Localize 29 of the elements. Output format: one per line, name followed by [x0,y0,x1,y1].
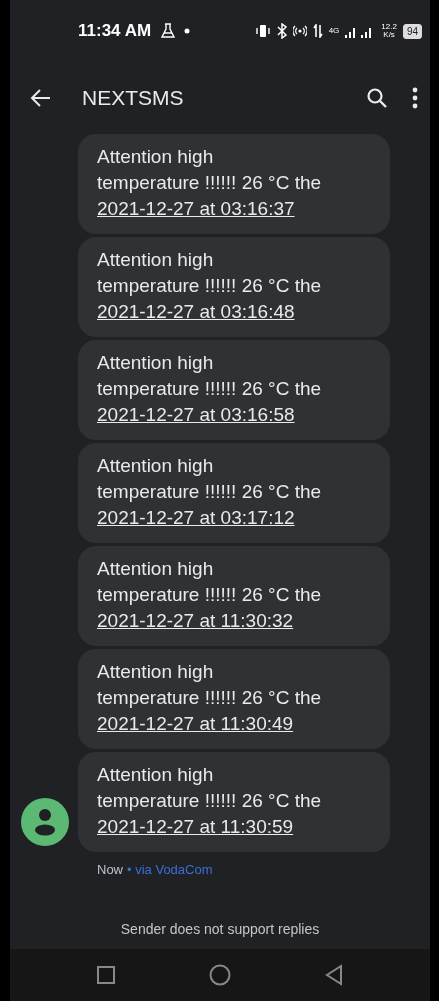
flask-icon [161,23,176,39]
speed-value: 12.2 [381,23,397,31]
battery-level: 94 [402,23,422,39]
carrier-label: • via VodaCom [127,862,213,877]
hotspot-icon [292,25,307,37]
vibrate-icon [254,24,271,38]
date-link[interactable]: 2021-12-27 at 03:16:58 [97,404,295,425]
message-text: Attention high temperature !!!!!! 26 °C the 2021-12-27 at 11:30:59 [97,763,323,839]
date-link[interactable]: 2021-12-27 at 03:17:12 [97,507,295,528]
date-link[interactable]: 2021-12-27 at 03:16:48 [97,301,295,322]
message-text: Attention high temperature !!!!!! 26 °C the 2021-12-27 at 03:17:12 [97,454,323,530]
conversation-title: NEXTSMS [82,86,185,110]
date-link[interactable]: 2021-12-27 at 11:30:49 [97,713,294,734]
message-text: Attention high temperature !!!!!! 26 °C the 2021-12-27 at 03:16:37 [97,145,323,221]
message-time: Now [97,862,123,877]
message-text: Attention high temperature !!!!!! 26 °C the 2021-12-27 at 03:16:48 [97,248,323,324]
message-text: Attention high temperature !!!!!! 26 °C the 2021-12-27 at 11:30:32 [97,557,323,633]
bluetooth-icon [276,23,287,39]
date-link[interactable]: 2021-12-27 at 03:16:37 [97,198,295,219]
date-link[interactable]: 2021-12-27 at 11:30:32 [97,610,294,631]
date-link[interactable]: 2021-12-27 at 11:30:59 [97,816,294,837]
message-text: Attention high temperature !!!!!! 26 °C the 2021-12-27 at 11:30:49 [97,660,323,736]
data-arrows-icon [312,24,323,38]
avatar-icon [21,798,69,846]
network-type: 4G [328,27,340,35]
reply-notice: Sender does not support replies [119,921,321,939]
clock: 11:34 AM [78,21,152,41]
speed-unit: K/s [383,31,395,39]
message-text: Attention high temperature !!!!!! 26 °C the 2021-12-27 at 03:16:58 [97,351,323,427]
